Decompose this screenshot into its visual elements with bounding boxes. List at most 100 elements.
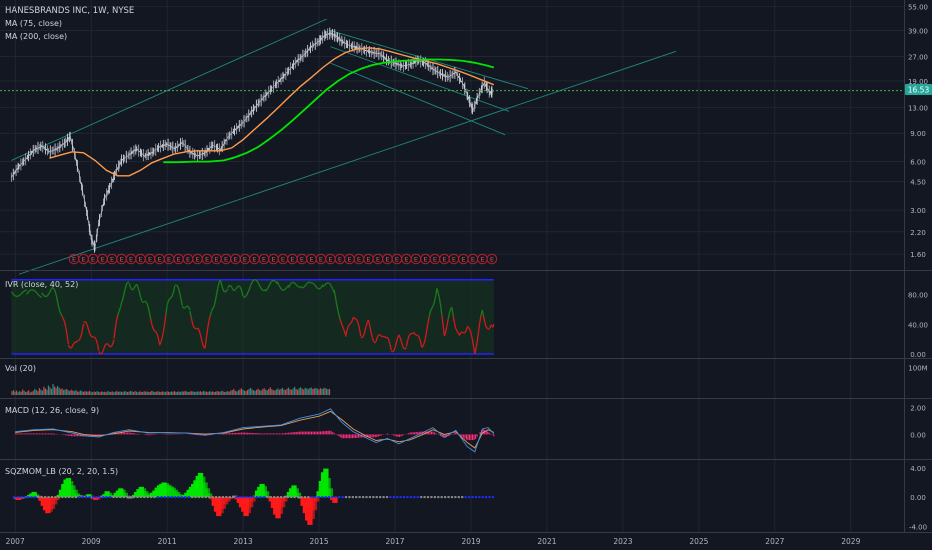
squeeze-dot: [201, 496, 204, 499]
earnings-label: E: [338, 256, 342, 264]
squeeze-dot: [37, 496, 40, 499]
squeeze-dot: [457, 496, 460, 499]
volume-bar: [108, 391, 110, 395]
squeeze-dot: [67, 496, 71, 499]
squeeze-dot: [20, 496, 23, 499]
volume-bar: [70, 389, 72, 395]
volume-bar: [50, 388, 53, 395]
squeeze-dot: [184, 496, 187, 499]
ivr-segment: [349, 322, 352, 325]
squeeze-dot: [481, 496, 484, 499]
volume-bar: [76, 391, 78, 395]
squeeze-dot: [64, 496, 67, 499]
squeeze-dot: [242, 496, 245, 499]
squeeze-dot: [57, 496, 60, 499]
volume-bar: [265, 389, 267, 395]
time-tick-label: 2027: [765, 537, 784, 546]
squeeze-dot: [249, 496, 252, 499]
ma75-legend[interactable]: MA (75, close): [5, 19, 62, 28]
volume-bar: [129, 390, 132, 395]
indicator-tick-label: 0.00: [910, 494, 926, 502]
squeeze-dot: [379, 496, 382, 499]
volume-bar: [172, 391, 174, 395]
squeeze-dot: [454, 496, 457, 499]
squeeze-dot: [214, 496, 218, 499]
chart-background: [0, 0, 932, 550]
last-price-badge: 16.53: [905, 84, 932, 95]
volume-bar: [66, 388, 68, 395]
volume-bar: [157, 391, 159, 395]
volume-bar: [274, 390, 276, 395]
volume-bar: [160, 391, 162, 395]
volume-bar: [192, 391, 194, 395]
ivr-segment: [352, 316, 355, 319]
volume-bar: [214, 391, 217, 395]
ivr-segment: [154, 330, 157, 333]
volume-bar: [218, 391, 220, 395]
volume-bar: [29, 392, 31, 395]
volume-bar: [252, 390, 255, 395]
earnings-label: E: [205, 256, 209, 264]
indicator-tick-label: 100M: [908, 365, 927, 373]
squeeze-dot: [105, 496, 108, 499]
squeeze-dot: [194, 496, 197, 499]
squeeze-dot: [338, 496, 341, 499]
volume-bar: [14, 391, 16, 395]
volume-title: Vol (20): [5, 364, 36, 373]
earnings-label: E: [148, 256, 152, 264]
squeeze-dot: [474, 496, 477, 499]
volume-bar: [170, 391, 173, 395]
volume-bar: [105, 392, 107, 395]
volume-bar: [164, 392, 167, 395]
earnings-label: E: [395, 256, 399, 264]
squeeze-dot: [420, 496, 423, 499]
volume-bar: [292, 388, 294, 395]
ivr-segment: [84, 321, 87, 323]
indicator-tick-label: 0.00: [910, 351, 926, 359]
volume-bar: [87, 391, 89, 395]
earnings-label: E: [72, 256, 76, 264]
squeeze-dot: [153, 496, 156, 499]
squeeze-dot: [389, 496, 392, 499]
squeeze-dot: [54, 496, 57, 499]
squeeze-dot: [491, 496, 495, 499]
squeeze-dot: [129, 496, 132, 499]
ivr-segment: [23, 289, 27, 292]
squeeze-dot: [478, 496, 481, 499]
indicator-axes[interactable]: 80.00 40.00 0.00 100M 2.00 0.00 4.00 0.00 -4.00: [908, 292, 928, 532]
ivr-segment: [461, 331, 464, 334]
volume-bar: [289, 389, 291, 395]
volume-bar: [208, 391, 211, 395]
volume-bar: [183, 391, 185, 395]
volume-bar: [47, 385, 50, 395]
squeeze-dot: [317, 496, 320, 499]
ivr-segment: [45, 295, 48, 298]
squeeze-dot: [119, 496, 122, 499]
volume-bar: [298, 388, 300, 395]
squeeze-dot: [358, 496, 361, 499]
squeeze-dot: [331, 496, 334, 499]
squeeze-dot: [16, 496, 19, 499]
ma200-legend[interactable]: MA (200, close): [5, 32, 67, 41]
price-tick-label: 1.60: [910, 251, 926, 259]
squeeze-dot: [290, 496, 293, 499]
squeeze-dot: [392, 496, 395, 499]
squeeze-dot: [81, 496, 84, 499]
squeeze-dot: [30, 496, 33, 499]
volume-bar: [114, 391, 116, 395]
volume-bar: [259, 390, 261, 395]
ivr-segment: [90, 335, 93, 338]
squeeze-dot: [375, 496, 378, 499]
indicator-tick-label: 2.00: [910, 404, 926, 412]
volume-bar: [22, 389, 24, 395]
squeeze-dot: [444, 496, 447, 499]
earnings-label: E: [442, 256, 446, 264]
ivr-segment: [184, 306, 187, 309]
macd-title: MACD (12, 26, close, 9): [5, 406, 99, 415]
earnings-label: E: [471, 256, 475, 264]
ivr-pane[interactable]: IVR (close, 40, 52): [5, 278, 495, 355]
volume-bar: [231, 390, 233, 395]
volume-bar: [286, 388, 288, 395]
ivr-segment: [175, 284, 178, 287]
volume-bar: [149, 391, 151, 395]
